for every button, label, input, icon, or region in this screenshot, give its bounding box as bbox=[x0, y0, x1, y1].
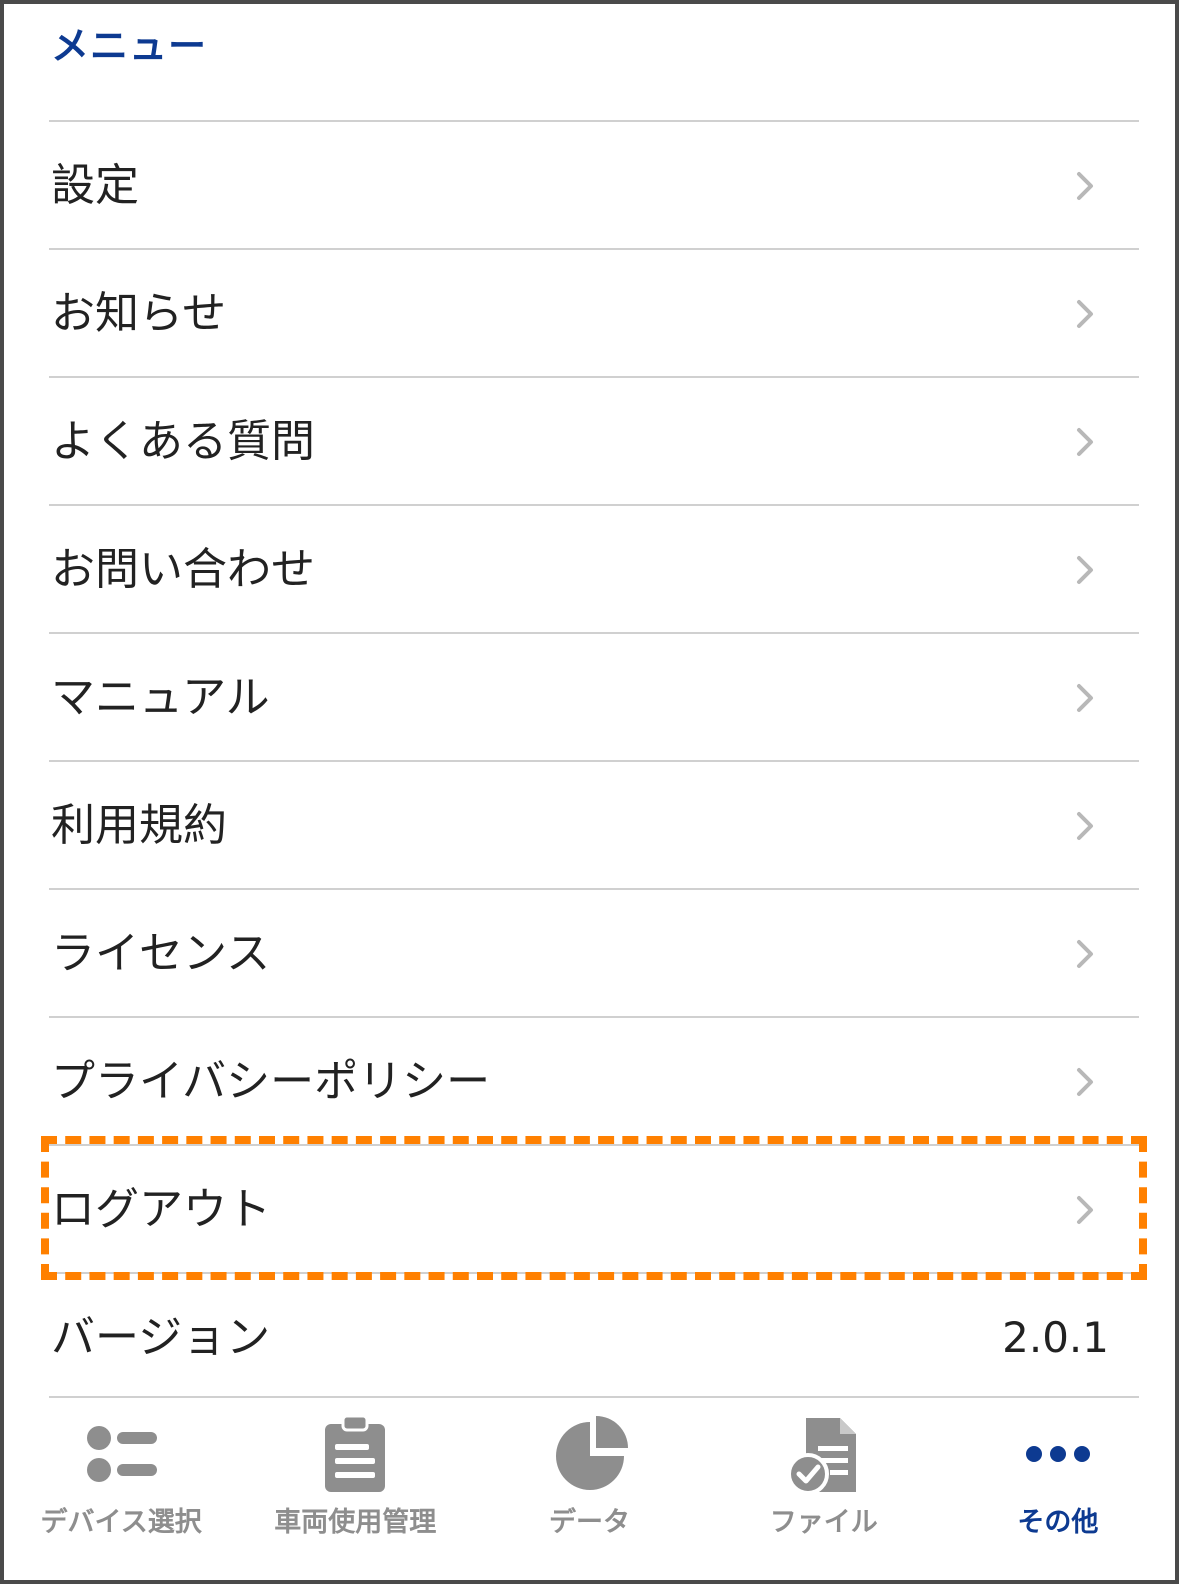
menu-item-label: マニュアル bbox=[51, 672, 270, 723]
menu-item-privacy-policy[interactable]: プライバシーポリシー bbox=[49, 1016, 1139, 1144]
menu-item-terms[interactable]: 利用規約 bbox=[49, 760, 1139, 888]
chevron-right-icon bbox=[1077, 812, 1093, 840]
tab-vehicle-usage[interactable]: 車両使用管理 bbox=[238, 1398, 472, 1580]
chevron-right-icon bbox=[1077, 1068, 1093, 1096]
version-value: 2.0.1 bbox=[1002, 1313, 1109, 1362]
tab-other[interactable]: その他 bbox=[941, 1398, 1175, 1580]
device-list-icon bbox=[87, 1426, 158, 1482]
more-dots-icon bbox=[1025, 1446, 1090, 1462]
menu-item-label: よくある質問 bbox=[51, 416, 315, 467]
tab-device-select[interactable]: デバイス選択 bbox=[4, 1398, 238, 1580]
menu-item-label: 利用規約 bbox=[51, 800, 227, 851]
version-row: バージョン 2.0.1 bbox=[49, 1272, 1139, 1400]
tab-label: その他 bbox=[1017, 1507, 1099, 1538]
chevron-right-icon bbox=[1077, 1196, 1093, 1224]
menu-item-label: ログアウト bbox=[51, 1184, 271, 1235]
tab-label: 車両使用管理 bbox=[274, 1507, 437, 1538]
menu-item-license[interactable]: ライセンス bbox=[49, 888, 1139, 1016]
menu-item-contact[interactable]: お問い合わせ bbox=[49, 504, 1139, 632]
app-screen: メニュー 設定 お知らせ よくある質問 お問い合わせ マニュアル 利用規約 ライ bbox=[0, 0, 1179, 1584]
menu-item-label: お問い合わせ bbox=[51, 544, 315, 595]
menu-item-manual[interactable]: マニュアル bbox=[49, 632, 1139, 760]
page-title: メニュー bbox=[51, 24, 208, 68]
menu-item-notifications[interactable]: お知らせ bbox=[49, 248, 1139, 376]
menu-item-logout[interactable]: ログアウト bbox=[49, 1144, 1139, 1272]
tab-label: デバイス選択 bbox=[40, 1507, 202, 1538]
menu-item-label: 設定 bbox=[51, 160, 139, 211]
chevron-right-icon bbox=[1077, 556, 1093, 584]
tab-label: データ bbox=[549, 1507, 630, 1538]
tab-file[interactable]: ファイル bbox=[707, 1398, 941, 1580]
pie-chart-icon bbox=[555, 1416, 628, 1490]
menu-item-label: お知らせ bbox=[51, 288, 227, 339]
clipboard-icon bbox=[325, 1414, 386, 1492]
menu-item-settings[interactable]: 設定 bbox=[49, 120, 1139, 248]
menu-item-label: ライセンス bbox=[51, 928, 271, 979]
menu-item-faq[interactable]: よくある質問 bbox=[49, 376, 1139, 504]
version-label: バージョン bbox=[51, 1312, 271, 1363]
file-check-icon bbox=[786, 1418, 856, 1494]
menu-list: 設定 お知らせ よくある質問 お問い合わせ マニュアル 利用規約 ライセンス プ… bbox=[49, 120, 1139, 1400]
tab-bar: デバイス選択 車両使用管理 データ ファイル その他 bbox=[4, 1398, 1175, 1580]
chevron-right-icon bbox=[1077, 940, 1093, 968]
chevron-right-icon bbox=[1077, 684, 1093, 712]
chevron-right-icon bbox=[1077, 300, 1093, 328]
chevron-right-icon bbox=[1077, 172, 1093, 200]
tab-label: ファイル bbox=[769, 1507, 878, 1538]
chevron-right-icon bbox=[1077, 428, 1093, 456]
menu-item-label: プライバシーポリシー bbox=[51, 1056, 491, 1107]
tab-data[interactable]: データ bbox=[472, 1398, 706, 1580]
